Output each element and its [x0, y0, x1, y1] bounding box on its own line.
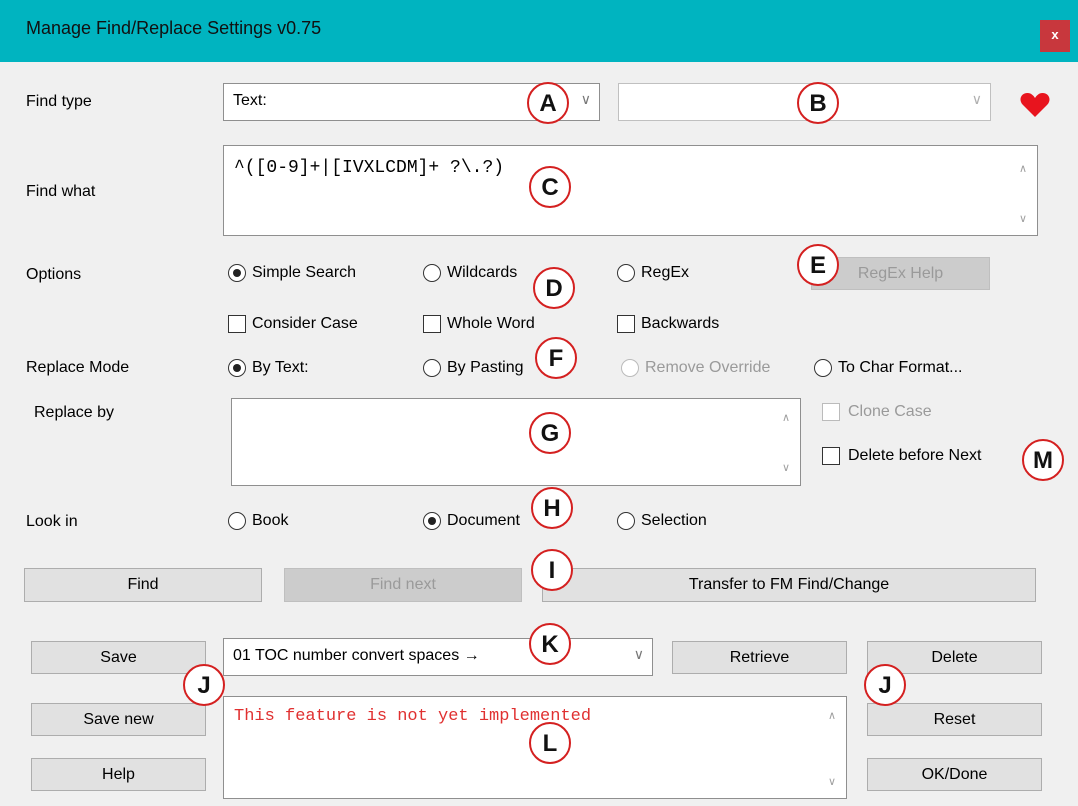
- callout-d: D: [533, 267, 575, 309]
- look-in-label: Look in: [26, 513, 78, 530]
- callout-h: H: [531, 487, 573, 529]
- remove-override-label: Remove Override: [645, 359, 771, 376]
- wildcards-radio[interactable]: [423, 264, 441, 282]
- backwards-checkbox[interactable]: [617, 315, 635, 333]
- callout-l: L: [529, 722, 571, 764]
- chevron-down-icon: ∨: [633, 646, 644, 662]
- chevron-down-icon: ∨: [971, 91, 982, 107]
- window-title: Manage Find/Replace Settings v0.75: [26, 18, 322, 38]
- chevron-down-icon: ∨: [580, 91, 591, 107]
- scroll-up-icon[interactable]: ∧: [1019, 162, 1027, 175]
- transfer-button[interactable]: Transfer to FM Find/Change: [542, 568, 1036, 602]
- whole-word-label: Whole Word: [447, 315, 535, 332]
- message-text: This feature is not yet implemented: [234, 707, 592, 726]
- save-button[interactable]: Save: [31, 641, 206, 674]
- settings-select[interactable]: 01 TOC number convert spaces → ∨: [223, 638, 653, 676]
- heart-icon[interactable]: [1020, 92, 1050, 118]
- scroll-down-icon[interactable]: ∨: [1019, 212, 1027, 225]
- simple-search-label: Simple Search: [252, 264, 357, 281]
- consider-case-label: Consider Case: [252, 315, 358, 332]
- delete-before-next-checkbox[interactable]: [822, 447, 840, 465]
- help-button[interactable]: Help: [31, 758, 206, 791]
- document-radio[interactable]: [423, 512, 441, 530]
- scroll-up-icon[interactable]: ∧: [828, 709, 836, 722]
- callout-m: M: [1022, 439, 1064, 481]
- callout-e: E: [797, 244, 839, 286]
- replace-by-textarea[interactable]: ∧ ∨: [231, 398, 801, 486]
- regex-radio[interactable]: [617, 264, 635, 282]
- find-button[interactable]: Find: [24, 568, 262, 602]
- to-char-format-label: To Char Format...: [838, 359, 963, 376]
- book-label: Book: [252, 512, 289, 529]
- find-what-value: ^([0-9]+|[IVXLCDM]+ ?\.?): [234, 158, 505, 178]
- simple-search-radio[interactable]: [228, 264, 246, 282]
- remove-override-radio[interactable]: [621, 359, 639, 377]
- document-label: Document: [447, 512, 520, 529]
- callout-b: B: [797, 82, 839, 124]
- find-type-label: Find type: [26, 93, 92, 110]
- settings-selected-value: 01 TOC number convert spaces →: [233, 647, 480, 664]
- find-what-textarea[interactable]: ^([0-9]+|[IVXLCDM]+ ?\.?) ∧ ∨: [223, 145, 1038, 236]
- scroll-down-icon[interactable]: ∨: [782, 461, 790, 474]
- save-new-button[interactable]: Save new: [31, 703, 206, 736]
- callout-g: G: [529, 412, 571, 454]
- replace-mode-label: Replace Mode: [26, 359, 130, 376]
- delete-before-next-label: Delete before Next: [848, 447, 982, 464]
- regex-label: RegEx: [641, 264, 690, 281]
- wildcards-label: Wildcards: [447, 264, 518, 281]
- backwards-label: Backwards: [641, 315, 720, 332]
- close-button[interactable]: x: [1040, 20, 1070, 52]
- retrieve-button[interactable]: Retrieve: [672, 641, 847, 674]
- by-pasting-radio[interactable]: [423, 359, 441, 377]
- ok-done-button[interactable]: OK/Done: [867, 758, 1042, 791]
- callout-k: K: [529, 623, 571, 665]
- callout-j-left: J: [183, 664, 225, 706]
- book-radio[interactable]: [228, 512, 246, 530]
- find-what-label: Find what: [26, 183, 96, 200]
- clone-case-label: Clone Case: [848, 403, 932, 420]
- find-type-value: Text:: [233, 92, 267, 109]
- scroll-down-icon[interactable]: ∨: [828, 775, 836, 788]
- selection-label: Selection: [641, 512, 707, 529]
- title-bar: Manage Find/Replace Settings v0.75 x: [0, 0, 1078, 62]
- replace-by-label: Replace by: [34, 404, 115, 421]
- find-next-button[interactable]: Find next: [284, 568, 522, 602]
- callout-f: F: [535, 337, 577, 379]
- scroll-up-icon[interactable]: ∧: [782, 411, 790, 424]
- by-text-label: By Text:: [252, 359, 309, 376]
- by-pasting-label: By Pasting: [447, 359, 524, 376]
- whole-word-checkbox[interactable]: [423, 315, 441, 333]
- callout-j-right: J: [864, 664, 906, 706]
- reset-button[interactable]: Reset: [867, 703, 1042, 736]
- consider-case-checkbox[interactable]: [228, 315, 246, 333]
- by-text-radio[interactable]: [228, 359, 246, 377]
- options-label: Options: [26, 266, 82, 283]
- callout-c: C: [529, 166, 571, 208]
- to-char-format-radio[interactable]: [814, 359, 832, 377]
- clone-case-checkbox[interactable]: [822, 403, 840, 421]
- callout-i: I: [531, 549, 573, 591]
- callout-a: A: [527, 82, 569, 124]
- selection-radio[interactable]: [617, 512, 635, 530]
